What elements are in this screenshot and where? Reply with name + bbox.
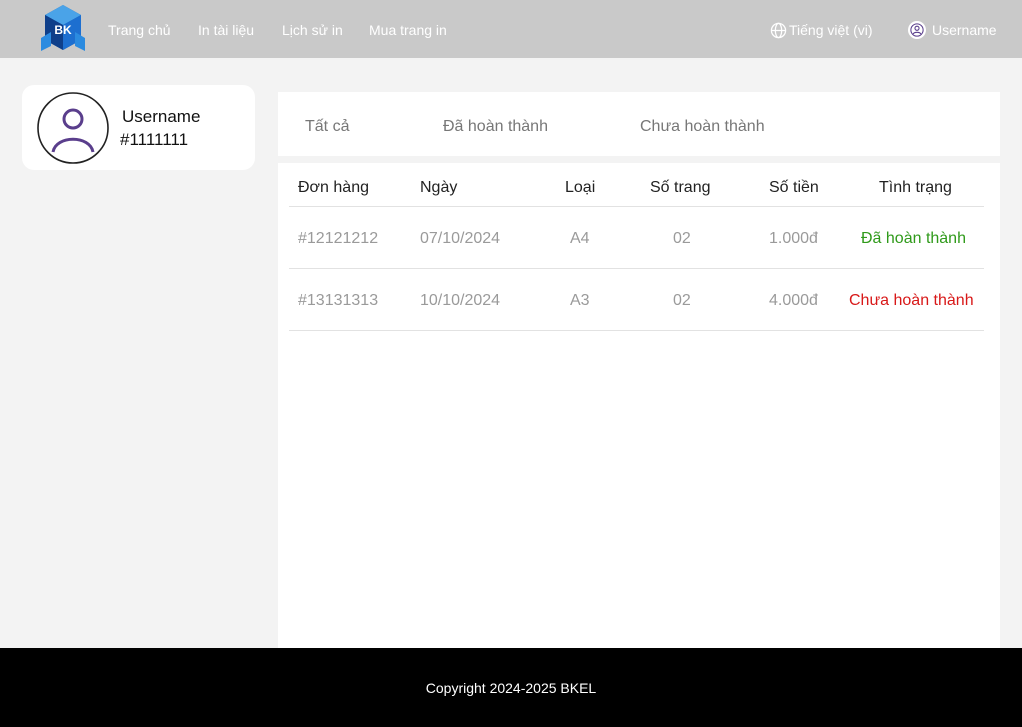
bk-logo[interactable]: BK (38, 4, 88, 54)
column-header-type: Loại (565, 179, 596, 196)
column-header-date: Ngày (420, 179, 458, 196)
username-label: Username (932, 22, 997, 38)
cell-order: #13131313 (298, 292, 379, 309)
nav-buy-pages[interactable]: Mua trang in (369, 22, 447, 38)
cell-order: #12121212 (298, 230, 379, 247)
nav-print-document[interactable]: In tài liệu (198, 22, 254, 38)
filter-tabs: Tất cả Đã hoàn thành Chưa hoàn thành (278, 92, 1000, 156)
profile-card: Username #1111111 (22, 85, 255, 170)
user-icon (908, 21, 926, 39)
column-header-amount: Số tiền (769, 179, 819, 196)
column-header-pages: Số trang (650, 179, 711, 196)
cell-type: A3 (570, 292, 590, 309)
status-badge: Chưa hoàn thành (849, 292, 974, 309)
header-divider (289, 206, 984, 207)
avatar-icon (37, 92, 109, 164)
profile-name: Username (122, 107, 201, 126)
profile-id: #1111111 (120, 130, 189, 149)
cell-amount: 1.000đ (769, 230, 818, 247)
orders-table: Đơn hàng Ngày Loại Số trang Số tiền Tình… (278, 163, 1000, 648)
status-badge: Đã hoàn thành (861, 230, 966, 247)
tab-completed[interactable]: Đã hoàn thành (443, 118, 548, 136)
globe-icon (770, 22, 787, 38)
column-header-status: Tình trạng (879, 179, 952, 196)
logo-text: BK (54, 23, 72, 37)
cell-amount: 4.000đ (769, 292, 818, 309)
copyright-text: Copyright 2024-2025 BKEL (425, 680, 597, 696)
language-selector[interactable]: Tiếng việt (vi) (770, 20, 873, 40)
cell-date: 07/10/2024 (420, 230, 501, 247)
tab-incomplete[interactable]: Chưa hoàn thành (640, 118, 765, 136)
row-divider (289, 330, 984, 331)
user-menu[interactable]: Username (908, 20, 997, 40)
cell-pages: 02 (673, 292, 691, 309)
top-navigation-bar: BK Trang chủ In tài liệu Lịch sử in Mua … (0, 0, 1022, 58)
nav-home[interactable]: Trang chủ (108, 22, 171, 38)
tab-all[interactable]: Tất cả (305, 118, 349, 136)
cell-type: A4 (570, 230, 590, 247)
language-label: Tiếng việt (vi) (789, 22, 873, 38)
footer: Copyright 2024-2025 BKEL (0, 648, 1022, 727)
row-divider (289, 268, 984, 269)
cell-pages: 02 (673, 230, 691, 247)
cell-date: 10/10/2024 (420, 292, 501, 309)
column-header-order: Đơn hàng (298, 179, 369, 196)
nav-print-history[interactable]: Lịch sử in (282, 22, 343, 38)
